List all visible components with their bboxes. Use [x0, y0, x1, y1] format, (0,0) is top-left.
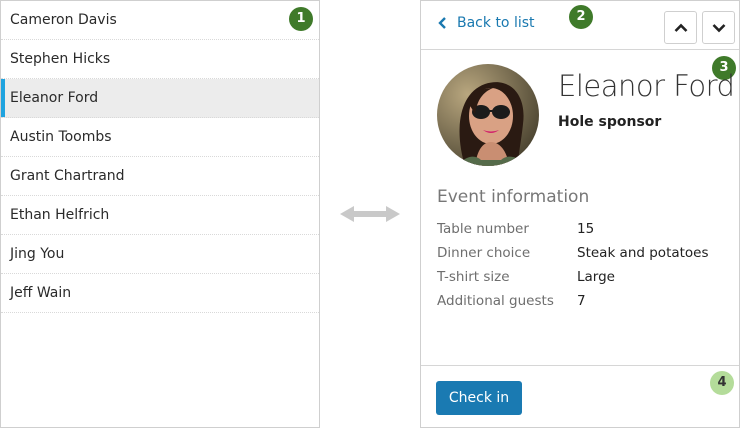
callout-marker-1: 1 [289, 7, 313, 31]
section-title: Event information [437, 187, 590, 207]
list-item[interactable]: Cameron Davis [1, 1, 319, 40]
attendee-list: Cameron Davis Stephen Hicks Eleanor Ford… [0, 0, 320, 428]
profile-photo [437, 64, 539, 166]
next-attendee-button[interactable] [702, 11, 735, 44]
previous-attendee-button[interactable] [664, 11, 697, 44]
back-link-label: Back to list [457, 15, 535, 31]
info-value: Steak and potatoes [577, 245, 709, 261]
chevron-up-icon [674, 23, 687, 32]
list-item[interactable]: Jing You [1, 235, 319, 274]
info-value: 7 [577, 293, 586, 309]
attendee-name: Eleanor Ford [558, 69, 735, 103]
info-label: Table number [437, 221, 529, 237]
list-item[interactable]: Ethan Helfrich [1, 196, 319, 235]
list-item-selected[interactable]: Eleanor Ford [1, 79, 319, 118]
detail-footer: Check in 4 [421, 365, 739, 427]
callout-marker-2: 2 [569, 5, 593, 29]
attendee-role: Hole sponsor [558, 114, 662, 130]
list-item[interactable]: Stephen Hicks [1, 40, 319, 79]
attendee-detail: Back to list 2 3 Eleanor Ford Hole spons… [420, 0, 740, 428]
info-value: 15 [577, 221, 595, 237]
list-item[interactable]: Austin Toombs [1, 118, 319, 157]
avatar [437, 64, 539, 166]
list-item[interactable]: Jeff Wain [1, 274, 319, 313]
info-label: Dinner choice [437, 245, 531, 261]
chevron-down-icon [712, 23, 725, 32]
info-value: Large [577, 269, 615, 285]
back-to-list-link[interactable]: Back to list [437, 15, 535, 31]
callout-marker-4: 4 [710, 371, 734, 395]
detail-header: Back to list 2 [421, 1, 739, 50]
check-in-button[interactable]: Check in [436, 381, 522, 415]
double-arrow-icon [340, 206, 400, 222]
chevron-left-icon [438, 17, 446, 29]
info-label: Additional guests [437, 293, 554, 309]
info-label: T-shirt size [437, 269, 510, 285]
list-item[interactable]: Grant Chartrand [1, 157, 319, 196]
